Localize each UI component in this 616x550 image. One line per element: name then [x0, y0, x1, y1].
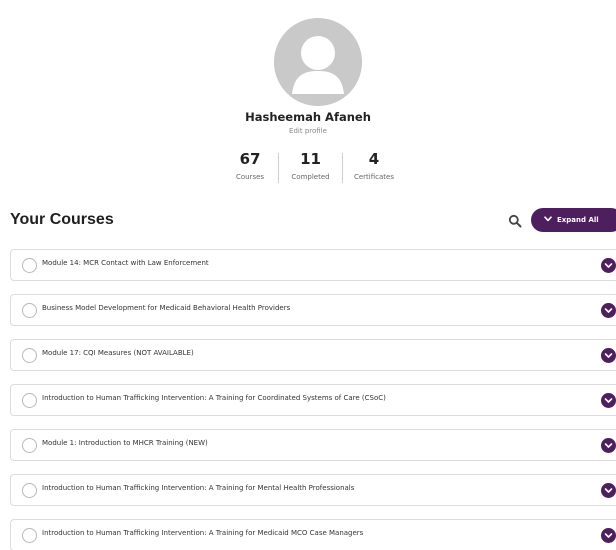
course-radio[interactable]: [22, 258, 37, 273]
course-radio[interactable]: [22, 483, 37, 498]
stat-certificates: 4 Certificates: [343, 150, 405, 188]
profile-section: Hasheemah Afaneh Edit profile 67 Courses…: [0, 0, 616, 200]
course-row[interactable]: Module 17: CQI Measures (NOT AVAILABLE): [10, 339, 616, 371]
course-radio[interactable]: [22, 348, 37, 363]
course-title: Business Model Development for Medicaid …: [42, 304, 291, 312]
stat-label: Certificates: [353, 173, 394, 181]
course-radio[interactable]: [22, 438, 37, 453]
profile-stats: 67 Courses 11 Completed 4 Certificates: [222, 150, 408, 188]
course-title: Module 17: CQI Measures (NOT AVAILABLE): [42, 349, 194, 357]
course-row[interactable]: Module 1: Introduction to MHCR Training …: [10, 429, 616, 461]
course-title: Introduction to Human Trafficking Interv…: [42, 394, 386, 402]
chevron-down-icon[interactable]: [601, 483, 616, 498]
expand-all-label: Expand All: [557, 216, 599, 224]
course-row[interactable]: Business Model Development for Medicaid …: [10, 294, 616, 326]
chevron-down-icon[interactable]: [601, 348, 616, 363]
chevron-down-icon: [544, 208, 552, 232]
course-radio[interactable]: [22, 528, 37, 543]
chevron-down-icon[interactable]: [601, 528, 616, 543]
user-name: Hasheemah Afaneh: [245, 110, 371, 124]
course-title: Module 14: MCR Contact with Law Enforcem…: [42, 259, 209, 267]
course-title: Introduction to Human Trafficking Interv…: [42, 529, 364, 537]
stat-value: 11: [300, 150, 321, 168]
course-row[interactable]: Introduction to Human Trafficking Interv…: [10, 519, 616, 550]
courses-header: Your Courses Expand All: [0, 205, 616, 235]
course-radio[interactable]: [22, 303, 37, 318]
avatar-placeholder-icon: [274, 18, 362, 106]
chevron-down-icon[interactable]: [601, 258, 616, 273]
search-icon[interactable]: [508, 213, 522, 228]
stat-value: 4: [368, 150, 380, 168]
avatar: [274, 18, 362, 106]
stat-courses: 67 Courses: [222, 150, 278, 188]
stat-value: 67: [239, 150, 261, 168]
edit-profile-link[interactable]: Edit profile: [0, 127, 616, 135]
chevron-down-icon[interactable]: [601, 438, 616, 453]
stat-completed: 11 Completed: [279, 150, 342, 188]
course-title: Module 1: Introduction to MHCR Training …: [42, 439, 208, 447]
expand-all-button[interactable]: Expand All: [531, 208, 616, 232]
course-row[interactable]: Introduction to Human Trafficking Interv…: [10, 474, 616, 506]
stat-label: Courses: [235, 173, 265, 181]
chevron-down-icon[interactable]: [601, 393, 616, 408]
course-row[interactable]: Module 14: MCR Contact with Law Enforcem…: [10, 249, 616, 281]
course-title: Introduction to Human Trafficking Interv…: [42, 484, 355, 492]
courses-title: Your Courses: [10, 211, 114, 228]
course-radio[interactable]: [22, 393, 37, 408]
chevron-down-icon[interactable]: [601, 303, 616, 318]
stat-label: Completed: [291, 173, 330, 181]
course-row[interactable]: Introduction to Human Trafficking Interv…: [10, 384, 616, 416]
